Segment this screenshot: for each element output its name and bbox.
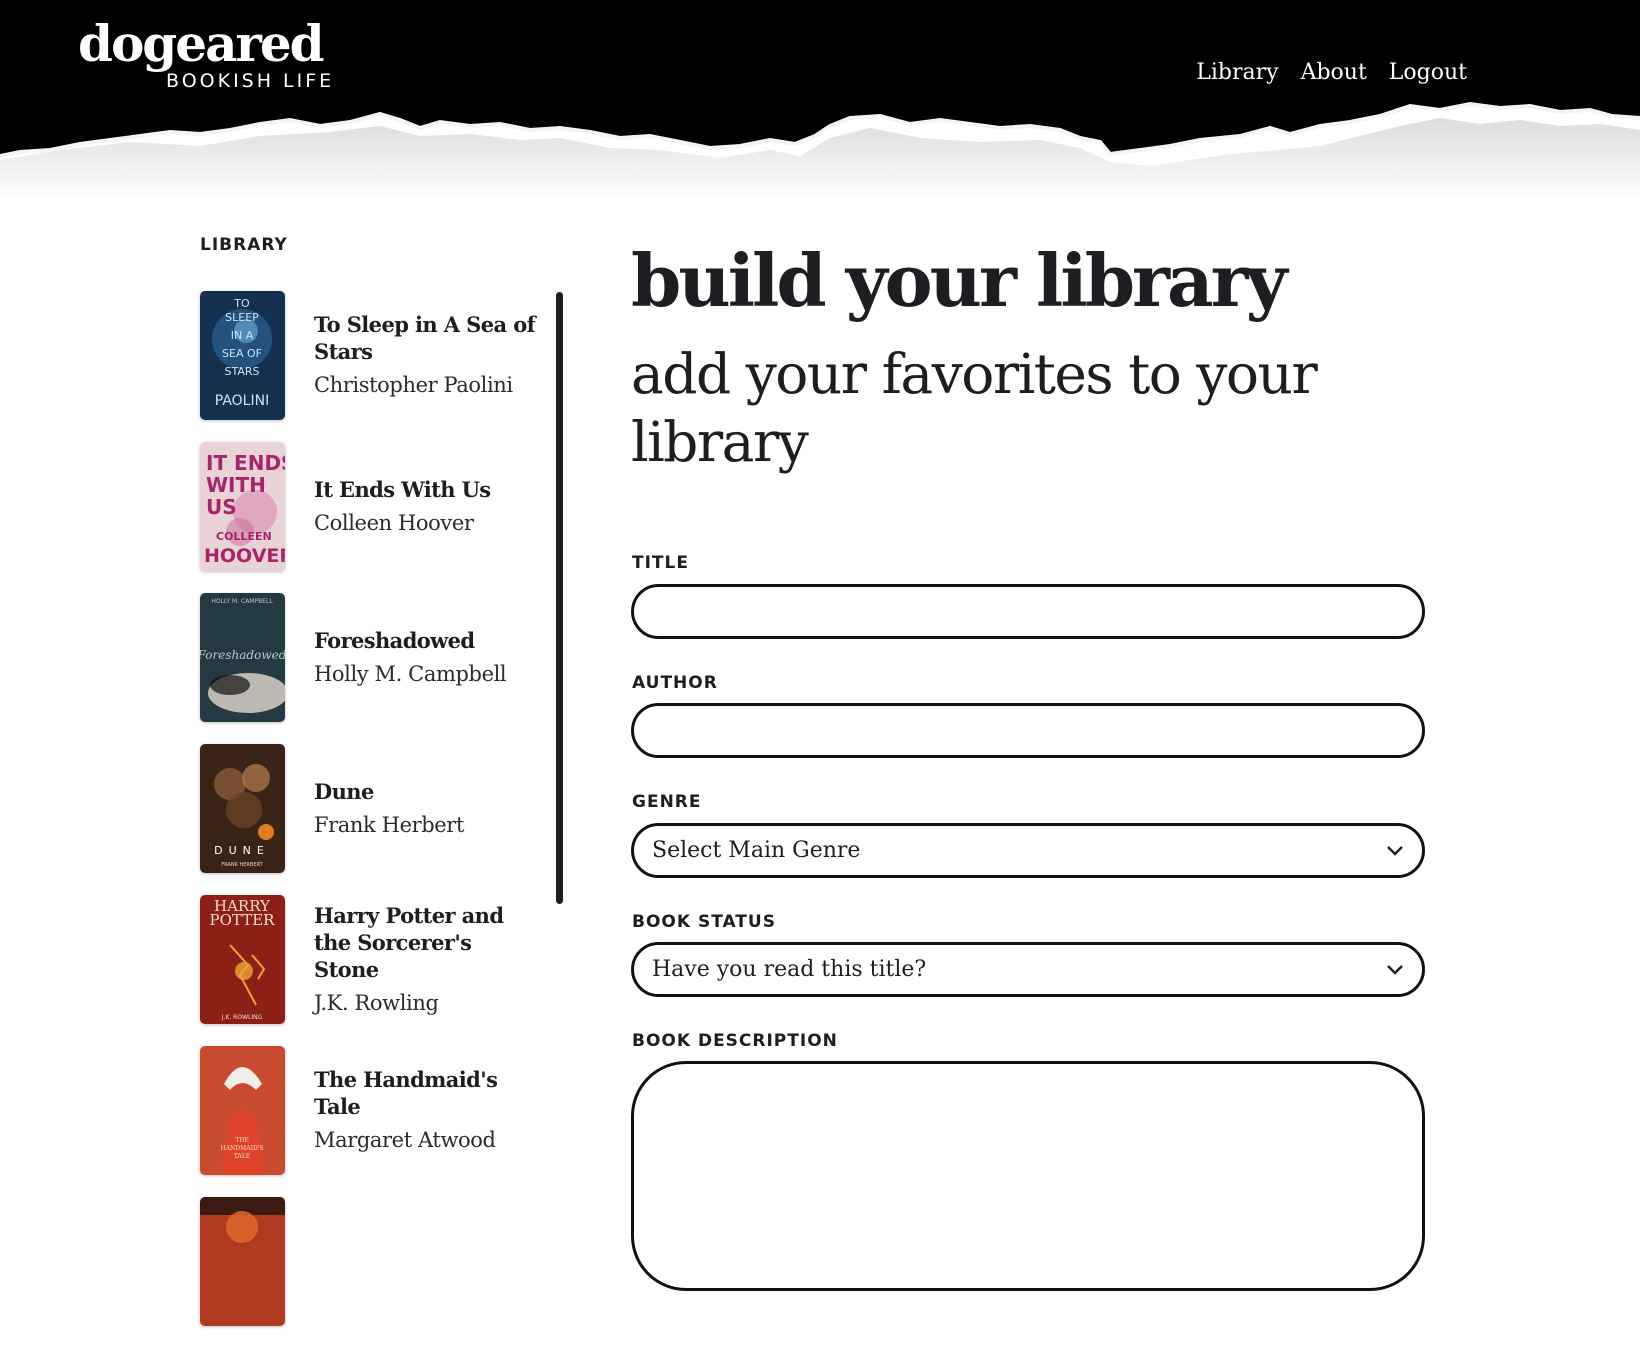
svg-text:SEA OF: SEA OF — [222, 347, 262, 360]
book-title[interactable]: Foreshadowed — [314, 627, 540, 654]
book-cover[interactable]: THE HANDMAID'S TALE — [200, 1046, 285, 1175]
nav-link-logout[interactable]: Logout — [1389, 56, 1467, 90]
svg-text:Foreshadowed: Foreshadowed — [200, 648, 285, 662]
book-status-select-value: Have you read this title? — [652, 957, 927, 982]
title-input[interactable] — [631, 584, 1425, 639]
book-author: J.K. Rowling — [314, 990, 439, 1015]
svg-text:IT ENDS: IT ENDS — [206, 451, 285, 475]
svg-text:HOOVER: HOOVER — [204, 545, 285, 567]
page-subtitle: add your favorites to your library — [631, 342, 1318, 474]
book-status-label: BOOK STATUS — [632, 912, 776, 932]
book-list: TO SLEEP IN A SEA OF STARS PAOLINI To Sl… — [200, 291, 540, 1348]
book-item[interactable]: HARRY POTTER J.K. ROWLING Harry Potter a… — [200, 895, 540, 1025]
chevron-down-icon — [1387, 965, 1403, 975]
genre-select-value: Select Main Genre — [652, 838, 861, 863]
book-title[interactable]: The Handmaid's Tale — [314, 1066, 540, 1120]
book-status-select[interactable]: Have you read this title? — [631, 942, 1425, 997]
sidebar-heading: LIBRARY — [200, 235, 288, 255]
genre-label: GENRE — [632, 792, 702, 812]
svg-text:WITH: WITH — [206, 473, 266, 497]
book-cover[interactable] — [200, 1197, 285, 1326]
site-logo[interactable]: dogeared BOOKISH LIFE — [78, 14, 331, 92]
author-label: AUTHOR — [632, 673, 718, 693]
book-item[interactable]: THE HANDMAID'S TALE The Handmaid's Tale … — [200, 1046, 540, 1176]
chevron-down-icon — [1387, 846, 1403, 856]
book-cover[interactable]: HOLLY M. CAMPBELL Foreshadowed — [200, 593, 285, 722]
book-item[interactable]: HOLLY M. CAMPBELL Foreshadowed Foreshado… — [200, 593, 540, 723]
main-nav: Library About Logout — [1196, 56, 1467, 90]
svg-text:DUNE: DUNE — [214, 844, 270, 857]
book-cover[interactable]: TO SLEEP IN A SEA OF STARS PAOLINI — [200, 291, 285, 420]
nav-link-about[interactable]: About — [1301, 56, 1367, 90]
svg-text:TALE: TALE — [234, 1153, 250, 1160]
book-description-textarea[interactable] — [631, 1061, 1425, 1291]
author-input[interactable] — [631, 703, 1425, 758]
book-author: Holly M. Campbell — [314, 661, 507, 686]
book-author: Frank Herbert — [314, 812, 464, 837]
book-info: The Handmaid's Tale Margaret Atwood — [314, 1046, 540, 1175]
book-info: It Ends With Us Colleen Hoover — [314, 442, 540, 571]
book-info: To Sleep in A Sea of Stars Christopher P… — [314, 291, 540, 420]
svg-text:HANDMAID'S: HANDMAID'S — [220, 1145, 263, 1152]
svg-text:THE: THE — [235, 1137, 249, 1144]
svg-text:US: US — [206, 495, 237, 519]
book-title[interactable]: Harry Potter and the Sorcerer's Stone — [314, 902, 540, 983]
book-cover[interactable]: HARRY POTTER J.K. ROWLING — [200, 895, 285, 1024]
book-author: Margaret Atwood — [314, 1128, 496, 1152]
book-title[interactable]: Dune — [314, 778, 540, 805]
page-title: build your library — [631, 238, 1287, 323]
svg-text:FRANK HERBERT: FRANK HERBERT — [221, 862, 263, 868]
book-cover[interactable]: DUNE FRANK HERBERT — [200, 744, 285, 873]
book-item[interactable]: DUNE FRANK HERBERT Dune Frank Herbert — [200, 744, 540, 874]
book-item[interactable]: IT ENDS WITH US COLLEEN HOOVER It Ends W… — [200, 442, 540, 572]
book-info: Harry Potter and the Sorcerer's Stone J.… — [314, 895, 540, 1024]
book-author: Colleen Hoover — [314, 510, 474, 535]
svg-text:J.K. ROWLING: J.K. ROWLING — [221, 1014, 263, 1021]
book-item[interactable]: TO SLEEP IN A SEA OF STARS PAOLINI To Sl… — [200, 291, 540, 421]
site-header: dogeared BOOKISH LIFE Library About Logo… — [0, 0, 1640, 200]
svg-text:TO: TO — [233, 297, 250, 310]
book-description-label: BOOK DESCRIPTION — [632, 1031, 838, 1051]
svg-text:IN A: IN A — [231, 329, 254, 342]
svg-text:COLLEEN: COLLEEN — [216, 530, 272, 543]
book-cover[interactable]: IT ENDS WITH US COLLEEN HOOVER — [200, 442, 285, 571]
book-info: Foreshadowed Holly M. Campbell — [314, 593, 540, 722]
svg-text:POTTER: POTTER — [210, 911, 276, 929]
book-title[interactable]: It Ends With Us — [314, 476, 540, 503]
book-title[interactable]: To Sleep in A Sea of Stars — [314, 311, 540, 365]
nav-link-library[interactable]: Library — [1196, 56, 1278, 90]
svg-text:HOLLY M. CAMPBELL: HOLLY M. CAMPBELL — [211, 598, 273, 605]
sidebar-scrollbar[interactable] — [556, 292, 563, 904]
book-info: Dune Frank Herbert — [314, 744, 540, 873]
svg-text:SLEEP: SLEEP — [225, 311, 259, 324]
logo-title: dogeared — [78, 14, 325, 73]
book-author: Christopher Paolini — [314, 373, 513, 397]
logo-subtitle: BOOKISH LIFE — [166, 70, 335, 92]
svg-text:STARS: STARS — [225, 365, 260, 378]
book-item[interactable] — [200, 1197, 540, 1327]
svg-text:PAOLINI: PAOLINI — [215, 393, 269, 409]
genre-select[interactable]: Select Main Genre — [631, 823, 1425, 878]
title-label: TITLE — [632, 553, 689, 573]
